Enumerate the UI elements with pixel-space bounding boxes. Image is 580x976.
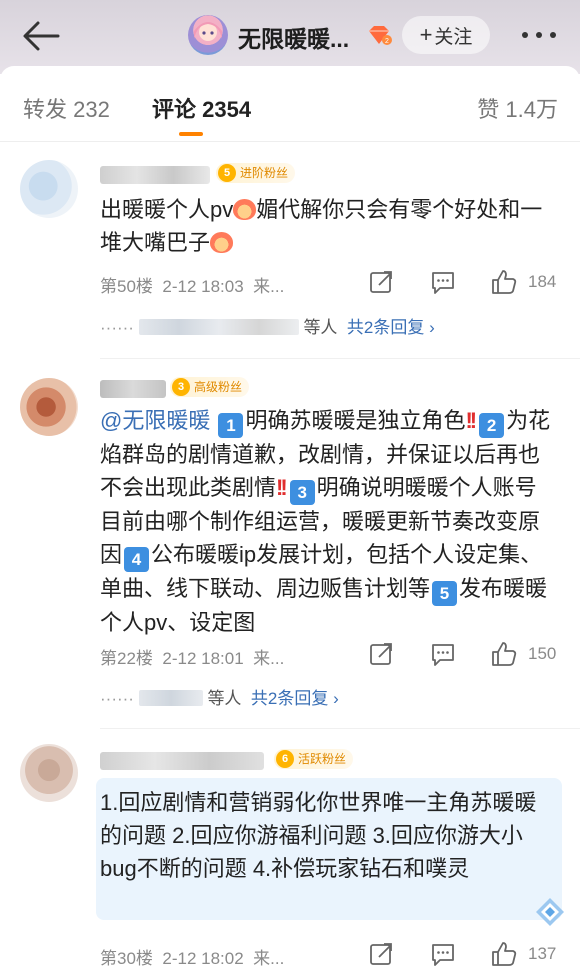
comment-item: 6 活跃粉丝 1.回应剧情和营销弱化你世界唯一主角苏暖暖的问题 2.回应你游福利… [0, 728, 580, 976]
username-blurred[interactable] [100, 380, 166, 398]
tab-comments[interactable]: 评论 2354 [152, 92, 251, 124]
fan-level-label: 进阶粉丝 [240, 166, 289, 180]
replier-names-blurred [138, 690, 203, 706]
thumbs-up-icon[interactable] [490, 268, 518, 296]
like-count: 184 [528, 272, 557, 291]
tab-likes[interactable]: 赞 1.4万 [477, 92, 558, 124]
fan-level-badge: 3 高级粉丝 [170, 377, 250, 397]
comment-text-part: 出暖暖个人pv [100, 197, 234, 222]
svg-text:2: 2 [385, 38, 389, 45]
replier-suffix: 等人 [207, 689, 242, 708]
replier-suffix: 等人 [303, 318, 338, 337]
comment-meta: 第30楼 2-12 18:02 来... 137 [100, 940, 560, 970]
comment-location: 来... [253, 949, 285, 968]
replier-names-blurred [138, 319, 299, 335]
comment-item: 5 进阶粉丝 出暖暖个人pv 媚代解你只会有零个好处和一堆大嘴巴子 第50楼 2-… [0, 142, 580, 358]
account-title[interactable]: 无限暖暖... [238, 20, 349, 54]
fan-level-label: 活跃粉丝 [298, 752, 347, 766]
share-icon[interactable] [368, 640, 394, 668]
comment-time: 2-12 18:01 [162, 649, 244, 668]
comment-time: 2-12 18:03 [162, 277, 244, 296]
back-arrow-icon[interactable] [18, 16, 64, 56]
fan-level-badge: 5 进阶粉丝 [216, 163, 296, 183]
share-icon[interactable] [368, 268, 394, 296]
tab-bar: 转发 232 评论 2354 赞 1.4万 [0, 66, 580, 142]
double-exclamation-icon: !! [276, 475, 288, 500]
comment-text: 1.回应剧情和营销弱化你世界唯一主角苏暖暖的问题 2.回应你游福利问题 3.回应… [100, 790, 537, 881]
floor-number: 第22楼 [100, 649, 153, 668]
avatar[interactable] [20, 160, 78, 218]
fan-level-number: 5 [218, 164, 236, 182]
like-count: 137 [528, 944, 557, 963]
thumbs-up-icon[interactable] [490, 940, 518, 968]
keycap-number-icon: 2 [479, 413, 505, 438]
more-options-icon[interactable] [516, 22, 562, 48]
top-bar: 无限暖暖... 2 + 关注 [0, 0, 580, 74]
keycap-number-icon: 5 [432, 581, 458, 606]
comment-icon[interactable] [430, 640, 456, 668]
keycap-number-icon: 4 [124, 547, 150, 572]
avatar[interactable] [20, 378, 78, 436]
floor-number: 第50楼 [100, 277, 153, 296]
avatar[interactable] [20, 744, 78, 802]
mention-link[interactable]: @无限暖暖 [100, 408, 210, 433]
comment-meta: 第22楼 2-12 18:01 来... 150 [100, 640, 560, 670]
comment-icon[interactable] [430, 268, 456, 296]
plus-icon: + [419, 22, 433, 47]
tab-repost[interactable]: 转发 232 [23, 92, 110, 124]
view-replies-link[interactable]: 共2条回复 › [347, 318, 435, 337]
floor-time: 第22楼 2-12 18:01 来... [100, 644, 284, 669]
comment-meta: 第50楼 2-12 18:03 来... 184 [100, 268, 560, 298]
double-exclamation-icon: !! [465, 408, 477, 433]
comment-text: 出暖暖个人pv 媚代解你只会有零个好处和一堆大嘴巴子 [100, 193, 556, 259]
floor-number: 第30楼 [100, 949, 153, 968]
follow-label: 关注 [434, 26, 473, 48]
ellipsis-icon: ······ [100, 318, 134, 337]
comment-text: @无限暖暖 1 明确苏暖暖是独立角色!! 2 为花焰群岛的剧情道歉，改剧情，并保证以后… [100, 404, 556, 639]
floor-time: 第50楼 2-12 18:03 来... [100, 272, 284, 297]
comment-icon[interactable] [430, 940, 456, 968]
replies-summary[interactable]: ······ 等人 共2条回复 › [100, 684, 339, 710]
angry-face-emoji-icon [210, 232, 234, 253]
keycap-number-icon: 1 [218, 413, 244, 438]
comment-location: 来... [253, 277, 285, 296]
username-blurred[interactable] [100, 166, 210, 184]
fan-level-number: 6 [276, 750, 294, 768]
account-avatar[interactable] [188, 15, 228, 55]
keycap-number-icon: 3 [289, 480, 315, 505]
comment-location: 来... [253, 649, 285, 668]
username-blurred[interactable] [100, 752, 264, 770]
thumbs-up-icon[interactable] [490, 640, 518, 668]
floor-time: 第30楼 2-12 18:02 来... [100, 944, 284, 969]
replies-summary[interactable]: ······ 等人 共2条回复 › [100, 313, 435, 339]
like-count: 150 [528, 644, 557, 663]
view-replies-link[interactable]: 共2条回复 › [251, 689, 339, 708]
comment-text-part: 明确苏暖暖是独立角色 [245, 408, 466, 433]
diamond-icon [536, 898, 564, 926]
follow-button[interactable]: + 关注 [402, 16, 490, 54]
comment-time: 2-12 18:02 [162, 949, 244, 968]
ellipsis-icon: ······ [100, 689, 134, 708]
angry-face-emoji-icon [233, 199, 257, 220]
fan-level-label: 高级粉丝 [194, 380, 243, 394]
fan-level-badge: 6 活跃粉丝 [274, 749, 354, 769]
share-icon[interactable] [368, 940, 394, 968]
fan-level-number: 3 [172, 378, 190, 396]
vip-level-icon: 2 [369, 26, 392, 45]
comment-item: 3 高级粉丝 @无限暖暖 1 明确苏暖暖是独立角色!! 2 为花焰群岛的剧情道歉，改剧… [0, 358, 580, 728]
active-tab-indicator [179, 132, 203, 136]
